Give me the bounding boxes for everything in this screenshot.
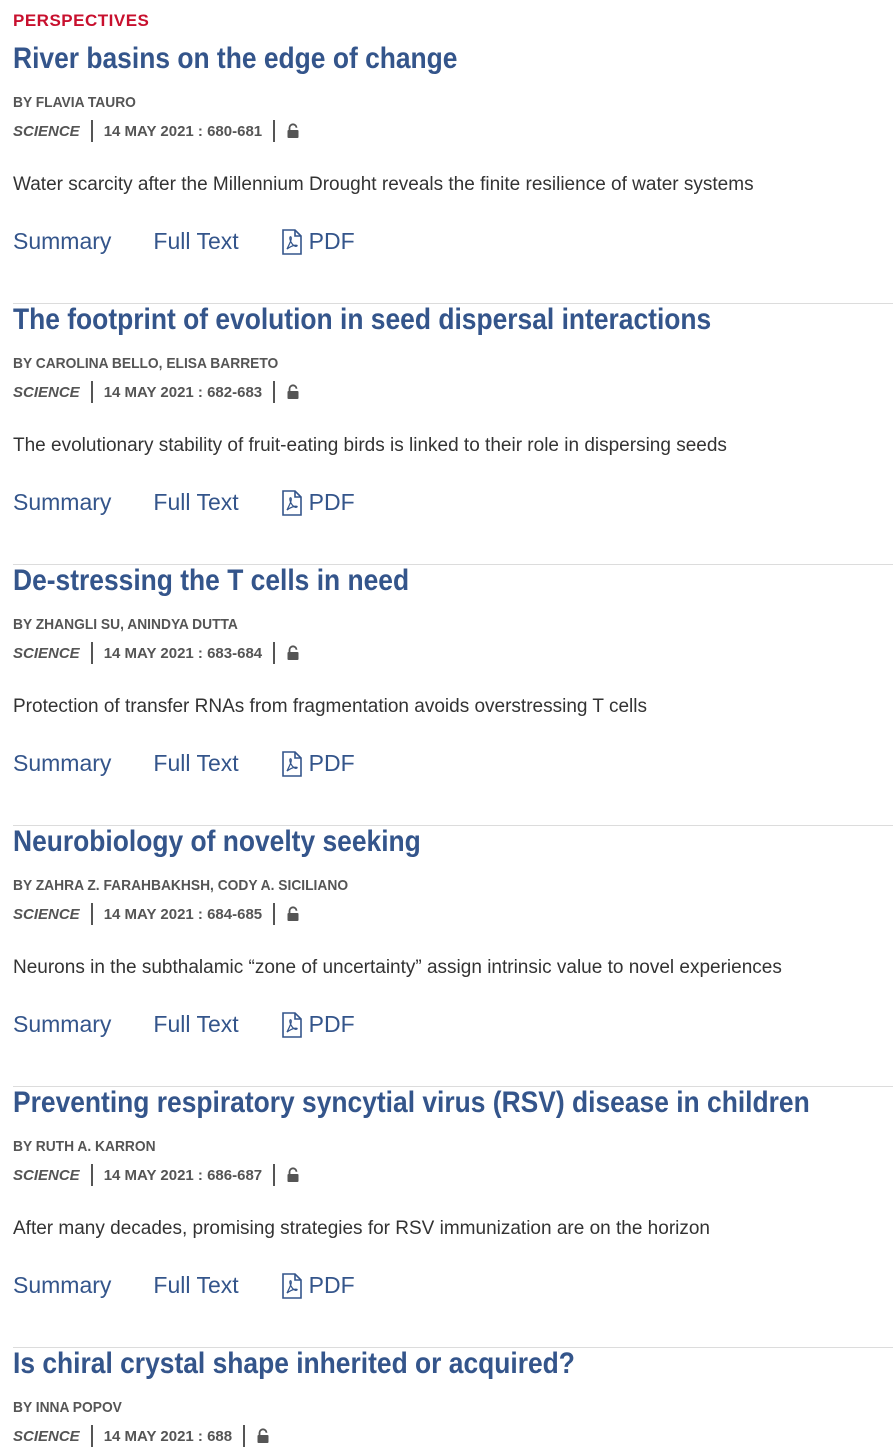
article-meta: SCIENCE 14 MAY 2021 : 688 [13, 1425, 270, 1447]
full-text-link[interactable]: Full Text [153, 228, 238, 255]
journal-name: SCIENCE [13, 644, 80, 662]
meta-divider [273, 642, 276, 664]
article-authors: BY FLAVIA TAURO [13, 94, 136, 111]
article-item: De-stressing the T cells in need BY ZHAN… [13, 564, 893, 826]
pdf-link-label: PDF [308, 750, 355, 776]
article-title[interactable]: River basins on the edge of change [13, 42, 457, 76]
meta-divider [243, 1425, 246, 1447]
summary-link[interactable]: Summary [13, 1272, 111, 1299]
article-item: The footprint of evolution in seed dispe… [13, 303, 893, 565]
date-pages: 14 MAY 2021 : 688 [103, 1427, 233, 1445]
meta-divider [90, 1164, 93, 1186]
lock-icon [287, 645, 299, 660]
article-links: Summary Full Text PDF [13, 228, 355, 255]
pdf-icon [281, 750, 302, 777]
journal-name: SCIENCE [13, 383, 80, 401]
article-meta: SCIENCE 14 MAY 2021 : 682-683 [13, 381, 300, 403]
pdf-link[interactable]: PDF [281, 1011, 355, 1038]
article-summary: Neurons in the subthalamic “zone of unce… [13, 957, 782, 978]
journal-name: SCIENCE [13, 122, 80, 140]
full-text-link[interactable]: Full Text [153, 489, 238, 516]
article-authors: BY CAROLINA BELLO, ELISA BARRETO [13, 355, 279, 372]
article-meta: SCIENCE 14 MAY 2021 : 686-687 [13, 1164, 300, 1186]
journal-name: SCIENCE [13, 905, 80, 923]
summary-link[interactable]: Summary [13, 489, 111, 516]
meta-divider [90, 381, 93, 403]
article-authors: BY ZHANGLI SU, ANINDYA DUTTA [13, 616, 238, 633]
article-authors: BY INNA POPOV [13, 1399, 122, 1416]
article-meta: SCIENCE 14 MAY 2021 : 680-681 [13, 120, 300, 142]
pdf-link[interactable]: PDF [281, 228, 355, 255]
article-title[interactable]: Neurobiology of novelty seeking [13, 825, 421, 859]
article-title[interactable]: De-stressing the T cells in need [13, 564, 409, 598]
pdf-icon [281, 1011, 302, 1038]
lock-icon [257, 1428, 269, 1443]
pdf-link[interactable]: PDF [281, 489, 355, 516]
article-authors: BY ZAHRA Z. FARAHBAKHSH, CODY A. SICILIA… [13, 877, 349, 894]
article-title[interactable]: Is chiral crystal shape inherited or acq… [13, 1347, 575, 1381]
article-meta: SCIENCE 14 MAY 2021 : 683-684 [13, 642, 300, 664]
pdf-link[interactable]: PDF [281, 1272, 355, 1299]
article-authors: BY RUTH A. KARRON [13, 1138, 156, 1155]
meta-divider [273, 903, 276, 925]
summary-link[interactable]: Summary [13, 750, 111, 777]
meta-divider [90, 642, 93, 664]
full-text-link[interactable]: Full Text [153, 750, 238, 777]
summary-link[interactable]: Summary [13, 1011, 111, 1038]
lock-icon [287, 123, 299, 138]
article-links: Summary Full Text PDF [13, 1272, 355, 1299]
article-item: Neurobiology of novelty seeking BY ZAHRA… [13, 825, 893, 1087]
lock-icon [287, 1167, 299, 1182]
date-pages: 14 MAY 2021 : 686-687 [103, 1166, 263, 1184]
full-text-link[interactable]: Full Text [153, 1011, 238, 1038]
date-pages: 14 MAY 2021 : 682-683 [103, 383, 263, 401]
article-list-page: PERSPECTIVES River basins on the edge of… [0, 0, 893, 1454]
lock-icon [287, 384, 299, 399]
article-summary: Protection of transfer RNAs from fragmen… [13, 696, 647, 717]
pdf-link-label: PDF [308, 228, 355, 254]
date-pages: 14 MAY 2021 : 684-685 [103, 905, 263, 923]
meta-divider [273, 381, 276, 403]
pdf-link[interactable]: PDF [281, 750, 355, 777]
article-links: Summary Full Text PDF [13, 750, 355, 777]
summary-link[interactable]: Summary [13, 228, 111, 255]
article-meta: SCIENCE 14 MAY 2021 : 684-685 [13, 903, 300, 925]
meta-divider [90, 120, 93, 142]
article-links: Summary Full Text PDF [13, 489, 355, 516]
pdf-icon [281, 489, 302, 516]
pdf-icon [281, 228, 302, 255]
date-pages: 14 MAY 2021 : 683-684 [103, 644, 263, 662]
journal-name: SCIENCE [13, 1427, 80, 1445]
article-item: Is chiral crystal shape inherited or acq… [13, 1347, 893, 1454]
article-summary: Water scarcity after the Millennium Drou… [13, 174, 754, 195]
article-summary: After many decades, promising strategies… [13, 1218, 710, 1239]
meta-divider [90, 903, 93, 925]
date-pages: 14 MAY 2021 : 680-681 [103, 122, 263, 140]
pdf-icon [281, 1272, 302, 1299]
pdf-link-label: PDF [308, 1011, 355, 1037]
article-item: Preventing respiratory syncytial virus (… [13, 1086, 893, 1348]
pdf-link-label: PDF [308, 1272, 355, 1298]
article-summary: The evolutionary stability of fruit-eati… [13, 435, 727, 456]
article-title[interactable]: Preventing respiratory syncytial virus (… [13, 1086, 810, 1120]
meta-divider [273, 120, 276, 142]
article-links: Summary Full Text PDF [13, 1011, 355, 1038]
meta-divider [273, 1164, 276, 1186]
pdf-link-label: PDF [308, 489, 355, 515]
lock-icon [287, 906, 299, 921]
journal-name: SCIENCE [13, 1166, 80, 1184]
meta-divider [90, 1425, 93, 1447]
full-text-link[interactable]: Full Text [153, 1272, 238, 1299]
article-item: River basins on the edge of change BY FL… [13, 42, 893, 304]
article-title[interactable]: The footprint of evolution in seed dispe… [13, 303, 711, 337]
section-label: PERSPECTIVES [13, 11, 150, 30]
